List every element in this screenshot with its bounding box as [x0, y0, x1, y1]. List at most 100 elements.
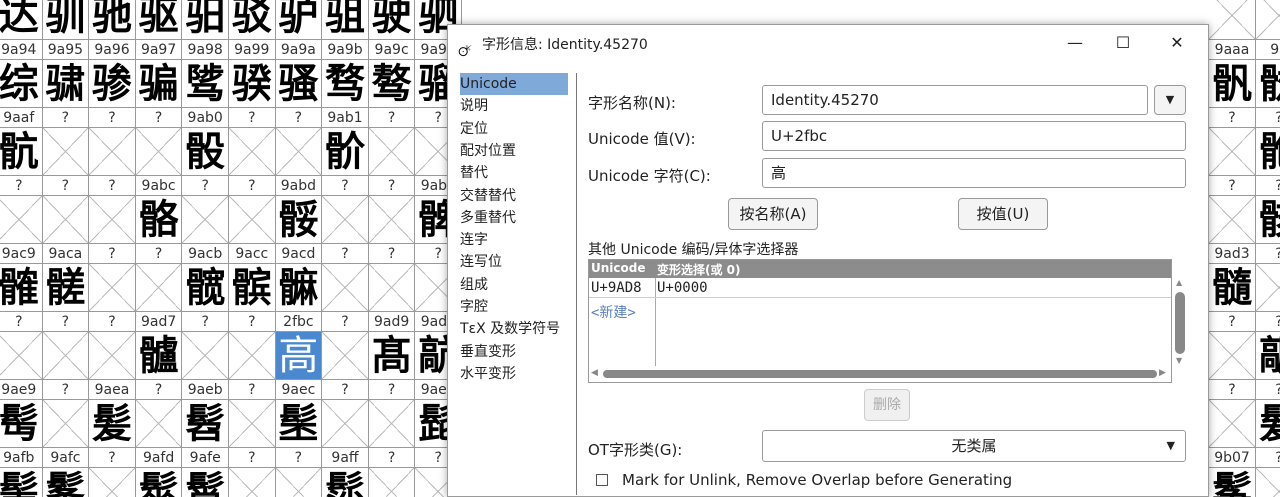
glyph-cell[interactable]: 骰 [182, 128, 229, 176]
glyph-cell[interactable]: 骚 [275, 60, 323, 108]
glyph-code-label[interactable]: ? [368, 448, 416, 468]
glyph-code-label[interactable]: 9a96 [89, 40, 136, 60]
glyph-cell[interactable] [322, 400, 369, 448]
glyph-code-label[interactable]: ? [182, 176, 229, 196]
glyph-cell[interactable] [1209, 128, 1256, 176]
glyph-code-label[interactable]: ? [42, 108, 90, 128]
glyph-code-label[interactable]: ? [89, 108, 136, 128]
glyph-code-label[interactable]: 2fbc [275, 312, 323, 332]
glyph-cell[interactable] [1256, 468, 1280, 497]
glyph-cell[interactable] [229, 128, 276, 176]
glyph-code-label[interactable]: ? [229, 312, 276, 332]
glyph-code-label[interactable]: 9acb [182, 244, 229, 264]
glyph-cell[interactable] [135, 400, 183, 448]
glyph-code-label[interactable]: 9afc [42, 448, 90, 468]
sidebar-item[interactable]: 多重替代 [460, 207, 516, 229]
glyph-cell[interactable] [368, 264, 416, 312]
glyph-cell[interactable] [1209, 332, 1256, 380]
glyph-cell[interactable]: 髛 [1256, 332, 1280, 380]
glyph-code-label[interactable]: 9a95 [42, 40, 90, 60]
glyph-cell[interactable]: 骲 [1256, 128, 1280, 176]
glyph-code-label[interactable]: 9a9a [275, 40, 323, 60]
glyph-cell[interactable] [275, 468, 323, 497]
glyph-cell[interactable] [368, 400, 416, 448]
sidebar-item[interactable]: 定位 [460, 118, 488, 140]
horizontal-scrollbar[interactable]: ◀ ▶ [591, 368, 1169, 380]
glyph-code-label[interactable]: 9a94 [0, 40, 43, 60]
glyph-code-label[interactable]: ? [322, 244, 369, 264]
glyph-code-label[interactable]: ? [1256, 244, 1280, 264]
glyph-code-label[interactable]: 9ad3 [1209, 244, 1256, 264]
set-from-name-button[interactable]: 按名称(A) [728, 198, 818, 230]
glyph-name-dropdown-button[interactable]: ▼ [1154, 85, 1186, 115]
glyph-cell[interactable]: 髪 [89, 400, 136, 448]
sidebar-item[interactable]: 替代 [460, 162, 488, 184]
minimize-button[interactable]: — [1052, 29, 1098, 57]
glyph-cell[interactable]: 髼 [43, 468, 90, 497]
glyph-cell[interactable]: 骕 [42, 60, 90, 108]
glyph-code-label[interactable]: 9b07 [1209, 448, 1256, 468]
glyph-cell[interactable]: 髉 [0, 264, 43, 312]
close-button[interactable]: ✕ [1154, 29, 1200, 57]
glyph-cell[interactable] [368, 196, 416, 244]
glyph-cell[interactable]: 髙 [368, 332, 416, 380]
glyph-cell[interactable]: 髬 [275, 400, 323, 448]
glyph-code-label[interactable]: 9abd [275, 176, 323, 196]
glyph-cell[interactable]: 髾 [182, 468, 229, 497]
glyph-cell[interactable] [135, 128, 183, 176]
glyph-code-label[interactable]: 9a98 [182, 40, 229, 60]
glyph-code-label[interactable]: ? [89, 244, 136, 264]
glyph-cell[interactable] [0, 196, 43, 244]
glyph-code-label[interactable]: 9aec [275, 380, 323, 400]
glyph-cell[interactable] [42, 400, 90, 448]
glyph-cell[interactable] [182, 196, 229, 244]
glyph-cell[interactable] [89, 128, 136, 176]
glyph-cell[interactable] [0, 332, 43, 380]
glyph-code-label[interactable]: ? [368, 244, 416, 264]
glyph-code-label[interactable]: 9a [1256, 40, 1280, 60]
glyph-cell[interactable] [368, 128, 416, 176]
glyph-code-label[interactable]: 9ad7 [135, 312, 183, 332]
glyph-cell[interactable] [1256, 0, 1280, 40]
glyph-code-label[interactable]: ? [1209, 108, 1256, 128]
alt-unicode-table[interactable]: Unicode 变形选择(或 0) U+9AD8 U+0000 <新建> ▲ ▼… [588, 259, 1185, 383]
glyph-code-label[interactable]: ? [135, 380, 183, 400]
glyph-cell[interactable] [89, 196, 136, 244]
selected-glyph-cell[interactable]: 高 [275, 332, 323, 380]
glyph-cell[interactable]: 骽 [275, 196, 323, 244]
glyph-cell[interactable] [89, 468, 136, 497]
glyph-code-label[interactable]: ? [42, 312, 90, 332]
glyph-code-label[interactable]: ? [0, 176, 43, 196]
glyph-cell[interactable]: 鬇 [1209, 468, 1256, 497]
h-scrollbar-thumb[interactable] [603, 370, 1157, 378]
glyph-code-label[interactable]: 9aaa [1209, 40, 1256, 60]
glyph-code-label[interactable]: ? [229, 380, 276, 400]
glyph-cell[interactable]: 驱 [135, 0, 183, 40]
glyph-code-label[interactable]: ? [1209, 312, 1256, 332]
glyph-code-label[interactable]: 9a9c [368, 40, 416, 60]
glyph-cell[interactable]: 骱 [322, 128, 369, 176]
glyph-code-label[interactable]: ? [1256, 448, 1280, 468]
glyph-cell[interactable] [89, 332, 136, 380]
glyph-cell[interactable]: 驯 [42, 0, 90, 40]
glyph-code-label[interactable]: 9ab1 [322, 108, 369, 128]
sidebar-item[interactable]: 连字 [460, 229, 488, 251]
glyph-code-label[interactable]: 9aff [322, 448, 369, 468]
column-header-variation-selector[interactable]: 变形选择(或 0) [657, 261, 741, 278]
glyph-code-label[interactable]: 9a9b [322, 40, 369, 60]
glyph-cell[interactable]: 骯 [0, 128, 43, 176]
glyph-code-label[interactable]: 9aea [89, 380, 136, 400]
glyph-code-label[interactable]: ? [229, 108, 276, 128]
glyph-cell[interactable] [229, 332, 276, 380]
glyph-code-label[interactable]: 9afe [182, 448, 229, 468]
glyph-cell[interactable] [1209, 196, 1256, 244]
glyph-cell[interactable] [1209, 0, 1256, 40]
glyph-code-label[interactable]: 9acc [229, 244, 276, 264]
glyph-cell[interactable]: 骛 [322, 60, 369, 108]
table-cell-variation-selector[interactable]: U+0000 [657, 280, 708, 296]
glyph-code-label[interactable]: 9ac9 [0, 244, 43, 264]
sidebar-item[interactable]: 字腔 [460, 296, 488, 318]
sidebar-item[interactable]: 配对位置 [460, 140, 516, 162]
glyph-cell[interactable]: 骪 [1209, 60, 1256, 108]
glyph-code-label[interactable]: ? [1209, 380, 1256, 400]
